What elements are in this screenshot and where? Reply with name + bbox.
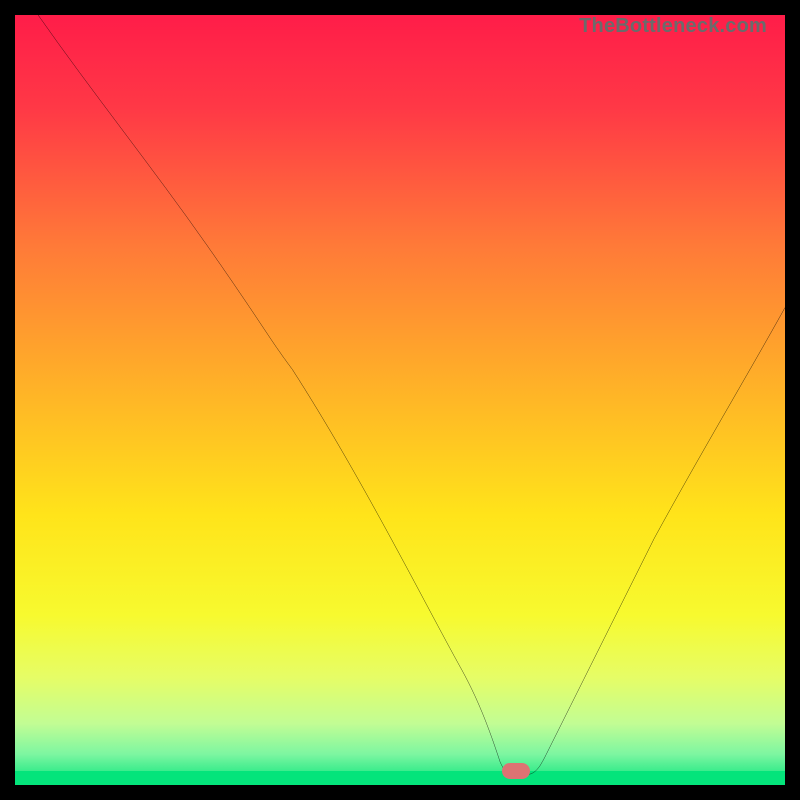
chart-frame: TheBottleneck.com xyxy=(0,0,800,800)
optimum-marker xyxy=(502,763,530,779)
plot-area: TheBottleneck.com xyxy=(15,15,785,785)
watermark-text: TheBottleneck.com xyxy=(579,15,767,38)
bottleneck-curve xyxy=(15,15,785,785)
